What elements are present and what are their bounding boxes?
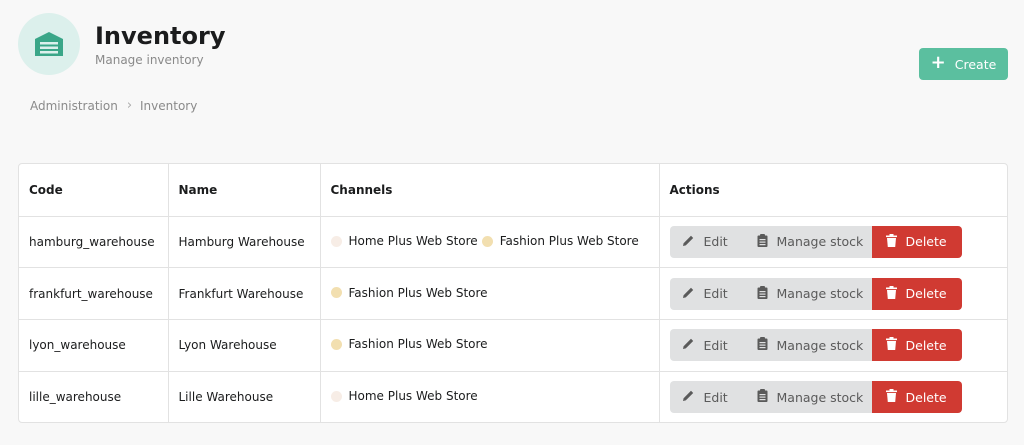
channel-label: Fashion Plus Web Store — [499, 234, 639, 249]
cell-name: Lyon Warehouse — [168, 319, 321, 372]
page-title: Inventory — [95, 22, 226, 50]
breadcrumb: Administration › Inventory — [30, 98, 197, 113]
delete-button[interactable]: Delete — [871, 329, 962, 362]
manage-stock-button[interactable]: Manage stock — [743, 329, 872, 362]
manage-stock-button[interactable]: Manage stock — [743, 225, 872, 258]
table-header-row: Code Name Channels Actions — [19, 164, 1007, 217]
cell-name: Frankfurt Warehouse — [168, 267, 321, 320]
manage-stock-button-label: Manage stock — [776, 337, 864, 353]
trash-icon — [885, 285, 906, 302]
channel-badge: Fashion Plus Web Store — [481, 234, 639, 249]
create-button[interactable]: + Create — [919, 48, 1008, 80]
channel-label: Home Plus Web Store — [348, 389, 478, 404]
cell-name: Lille Warehouse — [168, 371, 321, 422]
cell-code: lille_warehouse — [19, 371, 169, 422]
breadcrumb-item-inventory: Inventory — [140, 98, 198, 113]
column-header-code: Code — [19, 164, 169, 217]
trash-icon — [885, 337, 906, 353]
manage-stock-button-label: Manage stock — [776, 389, 864, 405]
edit-button[interactable]: Edit — [669, 381, 744, 414]
cell-code: frankfurt_warehouse — [19, 267, 169, 320]
edit-button-label: Edit — [703, 234, 728, 250]
manage-stock-button[interactable]: Manage stock — [743, 381, 872, 414]
cell-actions: Edit Manage stock Delete — [659, 319, 1007, 372]
cell-code: lyon_warehouse — [19, 319, 169, 372]
clipboard-icon — [757, 389, 777, 405]
delete-button[interactable]: Delete — [871, 225, 962, 258]
edit-button-label: Edit — [703, 337, 728, 353]
row-actions: Edit Manage stock Delete — [669, 329, 1000, 362]
manage-stock-button-label: Manage stock — [776, 234, 864, 250]
manage-stock-button[interactable]: Manage stock — [743, 277, 872, 310]
clipboard-icon — [757, 337, 777, 353]
edit-button-label: Edit — [703, 389, 728, 405]
delete-button-label: Delete — [905, 234, 947, 250]
pencil-icon — [682, 234, 704, 250]
trash-icon — [885, 389, 906, 405]
table-row: lyon_warehouse Lyon Warehouse Fashion Pl… — [19, 319, 1007, 372]
delete-button[interactable]: Delete — [871, 381, 962, 414]
delete-button-label: Delete — [905, 286, 947, 302]
pencil-icon — [682, 337, 704, 353]
page-subtitle: Manage inventory — [95, 53, 204, 67]
channel-dot-icon — [330, 338, 342, 350]
column-header-name: Name — [168, 164, 321, 217]
delete-button[interactable]: Delete — [871, 277, 962, 310]
plus-icon: + — [930, 52, 946, 73]
warehouse-icon — [18, 13, 80, 75]
cell-channels: Home Plus Web Store — [320, 371, 660, 422]
pencil-icon — [682, 286, 704, 302]
table-row: lille_warehouse Lille Warehouse Home Plu… — [19, 371, 1007, 422]
column-header-actions: Actions — [659, 164, 1007, 217]
channel-dot-icon — [481, 235, 493, 247]
delete-button-label: Delete — [905, 389, 947, 405]
create-button-label: Create — [954, 56, 997, 72]
delete-button-label: Delete — [905, 337, 947, 353]
cell-name: Hamburg Warehouse — [168, 216, 321, 269]
clipboard-icon — [757, 233, 777, 250]
page-header: Inventory Manage inventory — [18, 13, 225, 75]
clipboard-icon — [757, 285, 777, 302]
chevron-right-icon: › — [126, 98, 133, 113]
channel-dot-icon — [330, 235, 342, 247]
channel-label: Fashion Plus Web Store — [348, 337, 488, 352]
channel-dot-icon — [330, 287, 342, 299]
table-row: frankfurt_warehouse Frankfurt Warehouse … — [19, 267, 1007, 320]
cell-actions: Edit Manage stock Delete — [659, 216, 1007, 269]
channel-badge: Home Plus Web Store — [330, 234, 478, 249]
cell-channels: Fashion Plus Web Store — [320, 267, 660, 320]
edit-button[interactable]: Edit — [669, 225, 744, 258]
cell-code: hamburg_warehouse — [19, 216, 169, 269]
cell-channels: Fashion Plus Web Store — [320, 319, 660, 372]
edit-button-label: Edit — [703, 286, 728, 302]
cell-actions: Edit Manage stock Delete — [659, 267, 1007, 320]
table-row: hamburg_warehouse Hamburg Warehouse Home… — [19, 216, 1007, 269]
trash-icon — [885, 233, 906, 250]
inventory-table: Code Name Channels Actions hamburg_wareh… — [18, 163, 1008, 423]
row-actions: Edit Manage stock Delete — [669, 277, 1000, 310]
row-actions: Edit Manage stock Delete — [669, 381, 1000, 414]
manage-stock-button-label: Manage stock — [776, 286, 864, 302]
channel-label: Home Plus Web Store — [348, 234, 478, 249]
breadcrumb-item-administration[interactable]: Administration — [30, 99, 118, 113]
channel-badge: Fashion Plus Web Store — [330, 337, 488, 352]
cell-channels: Home Plus Web Store Fashion Plus Web Stor… — [320, 216, 660, 269]
channel-badge: Fashion Plus Web Store — [330, 285, 488, 300]
row-actions: Edit Manage stock Delete — [669, 225, 1000, 258]
channel-dot-icon — [330, 390, 342, 402]
column-header-channels: Channels — [320, 164, 660, 217]
channel-label: Fashion Plus Web Store — [348, 285, 488, 300]
edit-button[interactable]: Edit — [669, 277, 744, 310]
channel-badge: Home Plus Web Store — [330, 389, 478, 404]
cell-actions: Edit Manage stock Delete — [659, 371, 1007, 422]
edit-button[interactable]: Edit — [669, 329, 744, 362]
pencil-icon — [682, 389, 704, 405]
